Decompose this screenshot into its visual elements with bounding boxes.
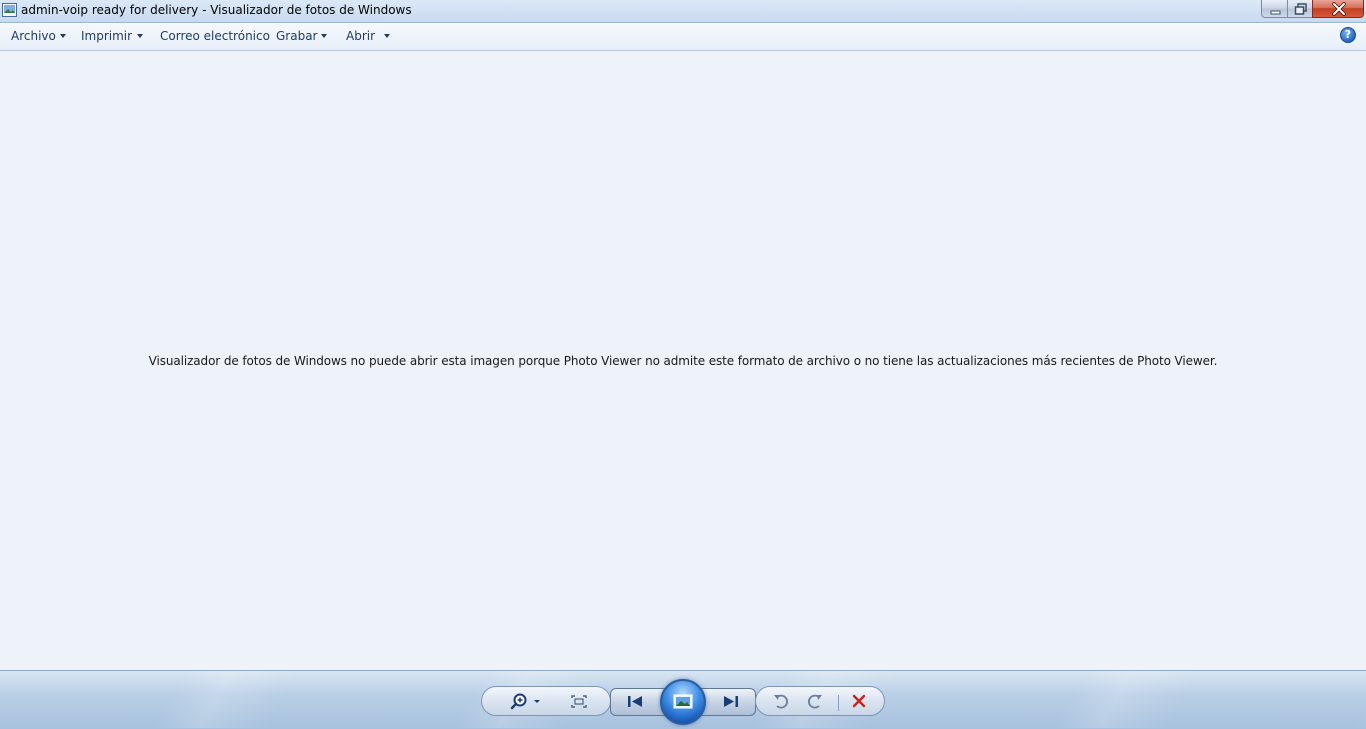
chevron-down-icon[interactable] [60,34,66,38]
error-message: Visualizador de fotos de Windows no pued… [148,354,1218,368]
image-display-area: Visualizador de fotos de Windows no pued… [0,51,1366,670]
photo-viewer-app-icon [2,3,17,17]
minimize-icon [1270,10,1281,15]
previous-button[interactable] [619,688,649,718]
restore-icon [1294,3,1307,15]
chevron-down-icon[interactable] [137,34,143,38]
menu-imprimir[interactable]: Imprimir [81,29,132,43]
view-controls-group [481,686,611,716]
rotate-counterclockwise-button[interactable] [766,687,796,717]
menu-grabar[interactable]: Grabar [276,29,318,43]
restore-button[interactable] [1287,0,1313,18]
next-button[interactable] [717,688,747,718]
delete-icon [852,694,866,708]
rotate-clockwise-icon [808,694,822,709]
menu-archivo[interactable]: Archivo [11,29,56,43]
zoom-icon [510,693,540,710]
rotate-clockwise-button[interactable] [800,687,830,717]
title-bar: admin-voip ready for delivery - Visualiz… [0,0,1366,23]
chevron-down-icon[interactable] [384,34,390,38]
close-icon [1332,2,1346,16]
rotate-counterclockwise-icon [774,694,788,709]
menu-correo-electronico[interactable]: Correo electrónico [160,29,270,43]
actual-size-button[interactable] [564,687,594,717]
help-icon: ? [1344,28,1352,41]
edit-controls-group [755,686,885,716]
delete-button[interactable] [845,687,875,717]
slideshow-button[interactable] [660,679,706,725]
help-button[interactable]: ? [1340,27,1356,43]
photo-viewer-window: admin-voip ready for delivery - Visualiz… [0,0,1366,729]
window-title: admin-voip ready for delivery - Visualiz… [21,3,412,17]
actual-size-icon [571,695,587,708]
close-button[interactable] [1312,0,1364,18]
previous-icon [628,696,642,707]
next-icon [724,696,738,707]
toolbar-separator [838,695,839,711]
minimize-button[interactable] [1261,0,1288,18]
slideshow-icon [673,694,693,709]
menu-abrir[interactable]: Abrir [346,29,375,43]
menu-bar: Archivo Imprimir Correo electrónico Grab… [0,23,1366,51]
zoom-button[interactable] [506,687,540,717]
chevron-down-icon[interactable] [321,34,327,38]
